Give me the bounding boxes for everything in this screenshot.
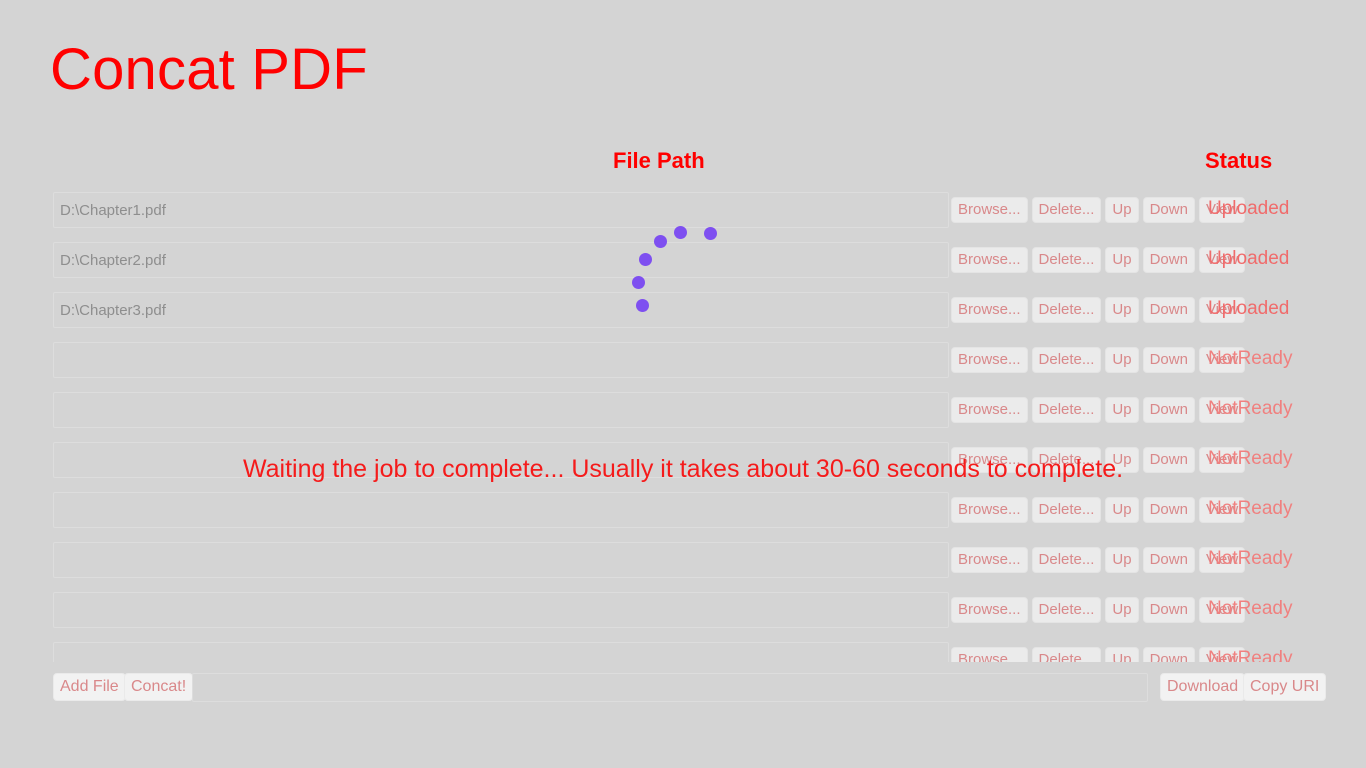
move-up-button[interactable]: Up <box>1105 547 1139 573</box>
file-row: Browse... Delete... Up Down View NotReady <box>0 436 1366 486</box>
move-up-button[interactable]: Up <box>1105 447 1139 473</box>
row-action-buttons: Browse... Delete... Up Down View <box>951 592 1246 628</box>
delete-button[interactable]: Delete... <box>1031 347 1102 373</box>
file-row: Browse... Delete... Up Down View NotReady <box>0 536 1366 586</box>
file-rows-container: Browse...Delete...UpDownViewUploadedBrow… <box>0 186 1366 662</box>
app-window: Concat PDF File Path Status Browse...Del… <box>0 0 1366 768</box>
browse-button[interactable]: Browse... <box>951 597 1028 623</box>
move-down-button[interactable]: Down <box>1142 297 1195 323</box>
row-action-buttons: Browse... Delete... Up Down View <box>951 442 1246 478</box>
move-up-button[interactable]: Up <box>1105 247 1139 273</box>
row-status-badge: NotReady <box>1208 598 1293 619</box>
file-path-input[interactable] <box>53 292 949 328</box>
delete-button[interactable]: Delete... <box>1031 597 1102 623</box>
file-row: Browse... Delete... Up Down View NotReady <box>0 586 1366 636</box>
row-action-buttons: Browse... Delete... Up Down View <box>951 642 1246 662</box>
copy-uri-button[interactable]: Copy URI <box>1243 673 1327 701</box>
row-status-badge: NotReady <box>1208 498 1293 519</box>
file-row: Browse...Delete...UpDownViewUploaded <box>0 186 1366 236</box>
result-uri-input[interactable] <box>192 673 1148 702</box>
move-up-button[interactable]: Up <box>1105 347 1139 373</box>
delete-button[interactable]: Delete... <box>1031 247 1102 273</box>
delete-button[interactable]: Delete... <box>1031 547 1102 573</box>
browse-button[interactable]: Browse... <box>951 647 1028 662</box>
file-path-input[interactable] <box>53 392 949 428</box>
row-action-buttons: Browse... Delete... Up Down View <box>951 492 1246 528</box>
file-path-input[interactable] <box>53 492 949 528</box>
browse-button[interactable]: Browse... <box>951 197 1028 223</box>
page-title: Concat PDF <box>50 37 368 102</box>
concat-button[interactable]: Concat! <box>124 673 194 701</box>
row-action-buttons: Browse... Delete... Up Down View <box>951 542 1246 578</box>
file-row: Browse...Delete...UpDownViewUploaded <box>0 236 1366 286</box>
delete-button[interactable]: Delete... <box>1031 447 1102 473</box>
move-up-button[interactable]: Up <box>1105 497 1139 523</box>
move-down-button[interactable]: Down <box>1142 647 1195 662</box>
move-down-button[interactable]: Down <box>1142 197 1195 223</box>
row-status-badge: NotReady <box>1208 348 1293 369</box>
column-header-status: Status <box>1205 148 1273 173</box>
file-path-input[interactable] <box>53 592 949 628</box>
row-status-badge: NotReady <box>1208 548 1293 569</box>
file-row: Browse...Delete...UpDownViewUploaded <box>0 286 1366 336</box>
browse-button[interactable]: Browse... <box>951 247 1028 273</box>
move-down-button[interactable]: Down <box>1142 497 1195 523</box>
row-status-badge: Uploaded <box>1208 198 1290 219</box>
column-header-file-path: File Path <box>613 148 705 173</box>
row-status-badge: Uploaded <box>1208 248 1290 269</box>
move-up-button[interactable]: Up <box>1105 197 1139 223</box>
move-up-button[interactable]: Up <box>1105 297 1139 323</box>
browse-button[interactable]: Browse... <box>951 547 1028 573</box>
file-row: Browse... Delete... Up Down View NotReady <box>0 636 1366 662</box>
file-path-input[interactable] <box>53 642 949 662</box>
delete-button[interactable]: Delete... <box>1031 497 1102 523</box>
move-up-button[interactable]: Up <box>1105 647 1139 662</box>
browse-button[interactable]: Browse... <box>951 297 1028 323</box>
row-action-buttons: Browse... Delete... Up Down View <box>951 292 1246 328</box>
download-button[interactable]: Download <box>1160 673 1246 701</box>
row-action-buttons: Browse... Delete... Up Down View <box>951 392 1246 428</box>
move-down-button[interactable]: Down <box>1142 597 1195 623</box>
file-row: Browse... Delete... Up Down View NotReady <box>0 386 1366 436</box>
row-status-badge: NotReady <box>1208 398 1293 419</box>
row-status-badge: NotReady <box>1208 648 1293 662</box>
delete-button[interactable]: Delete... <box>1031 297 1102 323</box>
move-down-button[interactable]: Down <box>1142 397 1195 423</box>
move-down-button[interactable]: Down <box>1142 547 1195 573</box>
move-down-button[interactable]: Down <box>1142 447 1195 473</box>
row-action-buttons: Browse... Delete... Up Down View <box>951 342 1246 378</box>
file-path-input[interactable] <box>53 542 949 578</box>
row-action-buttons: Browse... Delete... Up Down View <box>951 242 1246 278</box>
file-path-input[interactable] <box>53 342 949 378</box>
browse-button[interactable]: Browse... <box>951 447 1028 473</box>
delete-button[interactable]: Delete... <box>1031 647 1102 662</box>
file-path-input[interactable] <box>53 442 949 478</box>
move-down-button[interactable]: Down <box>1142 247 1195 273</box>
move-up-button[interactable]: Up <box>1105 597 1139 623</box>
row-action-buttons: Browse... Delete... Up Down View <box>951 192 1246 228</box>
move-down-button[interactable]: Down <box>1142 347 1195 373</box>
browse-button[interactable]: Browse... <box>951 347 1028 373</box>
browse-button[interactable]: Browse... <box>951 397 1028 423</box>
row-status-badge: Uploaded <box>1208 298 1290 319</box>
browse-button[interactable]: Browse... <box>951 497 1028 523</box>
file-row: Browse... Delete... Up Down View NotReady <box>0 486 1366 536</box>
delete-button[interactable]: Delete... <box>1031 197 1102 223</box>
file-path-input[interactable] <box>53 242 949 278</box>
bottom-toolbar: Add File Concat! Download Copy URI <box>0 670 1366 706</box>
delete-button[interactable]: Delete... <box>1031 397 1102 423</box>
add-file-button[interactable]: Add File <box>53 673 126 701</box>
move-up-button[interactable]: Up <box>1105 397 1139 423</box>
file-rows-list: Browse...Delete...UpDownViewUploadedBrow… <box>0 186 1366 662</box>
file-row: Browse... Delete... Up Down View NotReady <box>0 336 1366 386</box>
file-path-input[interactable] <box>53 192 949 228</box>
row-status-badge: NotReady <box>1208 448 1293 469</box>
